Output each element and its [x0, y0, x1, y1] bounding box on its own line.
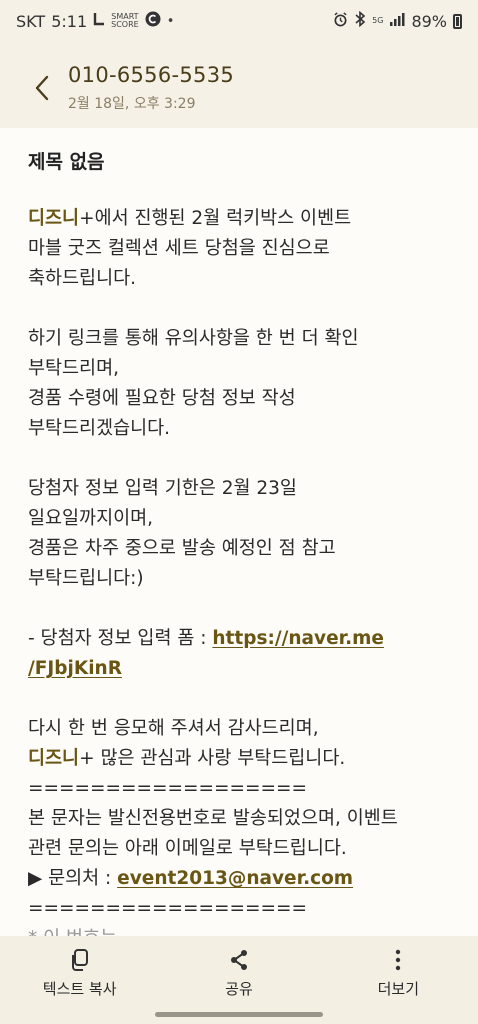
more-label: 더보기 — [377, 980, 420, 998]
back-button[interactable] — [20, 66, 64, 110]
message-date: 2월 18일, 오후 3:29 — [68, 96, 196, 112]
status-left: SKT 5:11 SMART SCORE • — [16, 11, 174, 31]
bluetooth-icon — [354, 10, 366, 31]
message-line: 당첨자 정보 입력 기한은 2월 23일 — [28, 478, 297, 499]
share-label: 공유 — [225, 980, 253, 998]
l-icon — [93, 12, 105, 30]
smart-score-icon: SMART SCORE — [111, 12, 139, 29]
clock: 5:11 — [51, 11, 88, 31]
message-line: - 당첨자 정보 입력 폼 : https://naver.me — [28, 628, 384, 649]
battery-icon — [453, 13, 462, 29]
battery-percent: 89% — [411, 11, 447, 31]
contact-email-link[interactable]: event2013@naver.com — [117, 868, 353, 889]
message-line: ▶ 문의처 : event2013@naver.com — [28, 868, 354, 889]
message-line: 일요일까지이며, — [28, 508, 154, 529]
copy-text-label: 텍스트 복사 — [42, 980, 117, 998]
home-indicator[interactable] — [155, 1012, 323, 1017]
more-vertical-icon — [396, 949, 401, 971]
signal-icon — [389, 12, 405, 30]
message-line: 부탁드리며, — [28, 358, 119, 379]
message-line: 마블 굿즈 컬렉션 세트 당첨을 진심으로 — [28, 238, 330, 259]
header-text: 010-6556-5535 2월 18일, 오후 3:29 — [68, 63, 234, 113]
status-bar: SKT 5:11 SMART SCORE • 5G 89% — [0, 0, 478, 42]
network-type-icon: 5G — [372, 16, 384, 25]
carrier-label: SKT — [16, 11, 46, 31]
more-button[interactable]: 더보기 — [328, 948, 468, 999]
message-line: 본 문자는 발신전용번호로 발송되었으며, 이벤트 — [28, 808, 398, 829]
message-line: /FJbjKinR — [28, 654, 450, 684]
message-line: 부탁드립니다:) — [28, 568, 144, 589]
brand-name: 디즈니 — [28, 748, 80, 769]
sender-phone-number: 010-6556-5535 — [68, 63, 235, 87]
chevron-left-icon — [35, 75, 49, 101]
brand-name: 디즈니 — [28, 208, 80, 229]
message-line: 디즈니+ 많은 관심과 사랑 부탁드립니다. — [28, 748, 346, 769]
form-link-continued[interactable]: /FJbjKinR — [28, 658, 122, 679]
message-line: 관련 문의는 아래 이메일로 부탁드립니다. — [28, 838, 347, 859]
bottom-action-bar: 텍스트 복사 공유 더보기 — [0, 936, 478, 1024]
message-line: 하기 링크를 통해 유의사항을 한 번 더 확인 — [28, 328, 359, 349]
message-line: 부탁드리겠습니다. — [28, 418, 171, 439]
message-line: 축하드립니다. — [28, 268, 137, 289]
separator-line: ================== — [28, 898, 308, 919]
message-line: 디즈니+에서 진행된 2월 럭키박스 이벤트 — [28, 208, 352, 229]
conversation-header: 010-6556-5535 2월 18일, 오후 3:29 — [0, 50, 478, 126]
copy-icon — [71, 949, 88, 971]
separator-line: ================== — [28, 778, 308, 799]
form-link[interactable]: https://naver.me — [212, 628, 384, 649]
message-line: 다시 한 번 응모해 주셔서 감사드리며, — [28, 718, 319, 739]
share-button[interactable]: 공유 — [169, 948, 309, 999]
notification-dot-icon: • — [166, 13, 175, 29]
message-line-cut: * 이 번호는 — [28, 924, 450, 936]
message-title: 제목 없음 — [28, 151, 105, 173]
c-circle-icon — [145, 11, 161, 31]
status-right: 5G 89% — [333, 10, 462, 31]
message-line: 경품 수령에 필요한 당첨 정보 작성 — [28, 388, 296, 409]
alarm-icon — [333, 11, 348, 31]
message-body: 제목 없음 디즈니+에서 진행된 2월 럭키박스 이벤트 마블 굿즈 컬렉션 세… — [0, 128, 478, 936]
copy-text-button[interactable]: 텍스트 복사 — [10, 948, 150, 999]
share-icon — [230, 950, 247, 970]
message-line: 경품은 차주 중으로 발송 예정인 점 참고 — [28, 538, 336, 559]
